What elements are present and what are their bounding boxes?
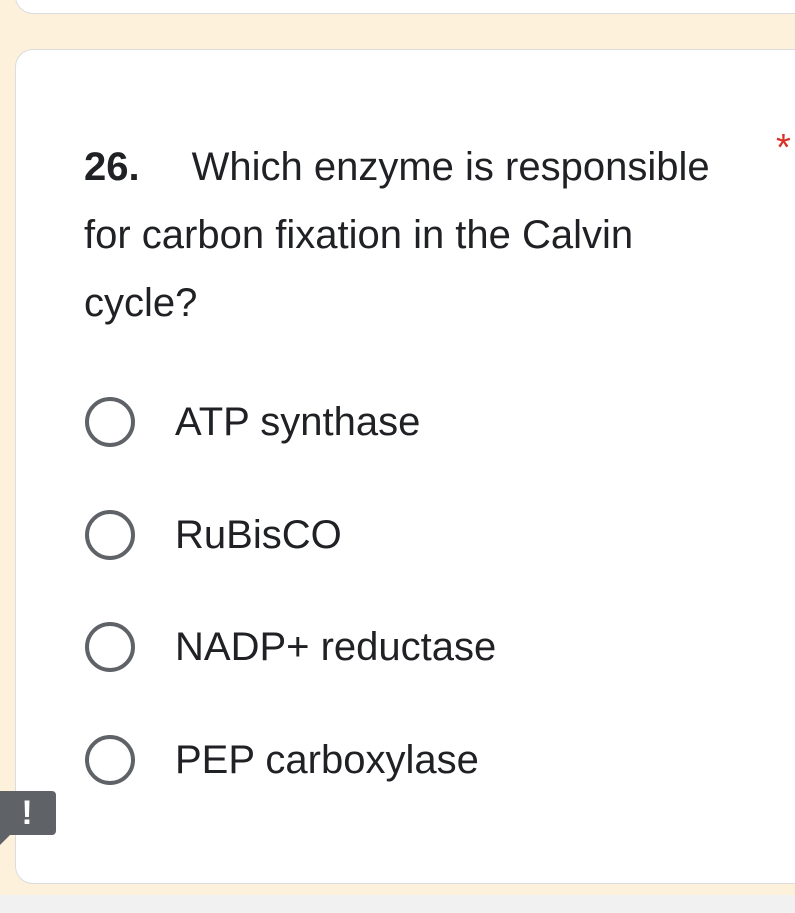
alert-badge-tail [0,835,10,845]
option-nadp-reductase[interactable]: NADP+ reductase [84,619,734,675]
bottom-strip [0,895,795,913]
option-pep-carboxylase[interactable]: PEP carboxylase [84,732,734,788]
option-label: PEP carboxylase [175,737,479,782]
radio-button[interactable] [85,622,135,672]
required-marker: * [776,127,791,169]
option-rubisco[interactable]: RuBisCO [84,507,734,563]
option-label: RuBisCO [175,512,342,557]
question-number: 26. [84,145,140,189]
radio-button[interactable] [85,509,135,560]
option-label: NADP+ reductase [175,625,497,669]
option-atp-synthase[interactable]: ATP synthase [84,394,734,450]
question-card: 26. Which enzyme is responsible for carbo… [15,49,795,884]
previous-question-card [15,0,795,14]
question-text: 26. Which enzyme is responsible for carbo… [84,133,734,337]
option-label: ATP synthase [175,400,421,444]
radio-button[interactable] [85,397,135,447]
exclamation-icon[interactable]: ! [0,791,56,835]
question-label: Which enzyme is responsible for carbon f… [84,145,710,325]
radio-button[interactable] [85,734,135,785]
answer-options: ATP synthase RuBisCO NADP+ reductase PEP… [84,394,734,844]
